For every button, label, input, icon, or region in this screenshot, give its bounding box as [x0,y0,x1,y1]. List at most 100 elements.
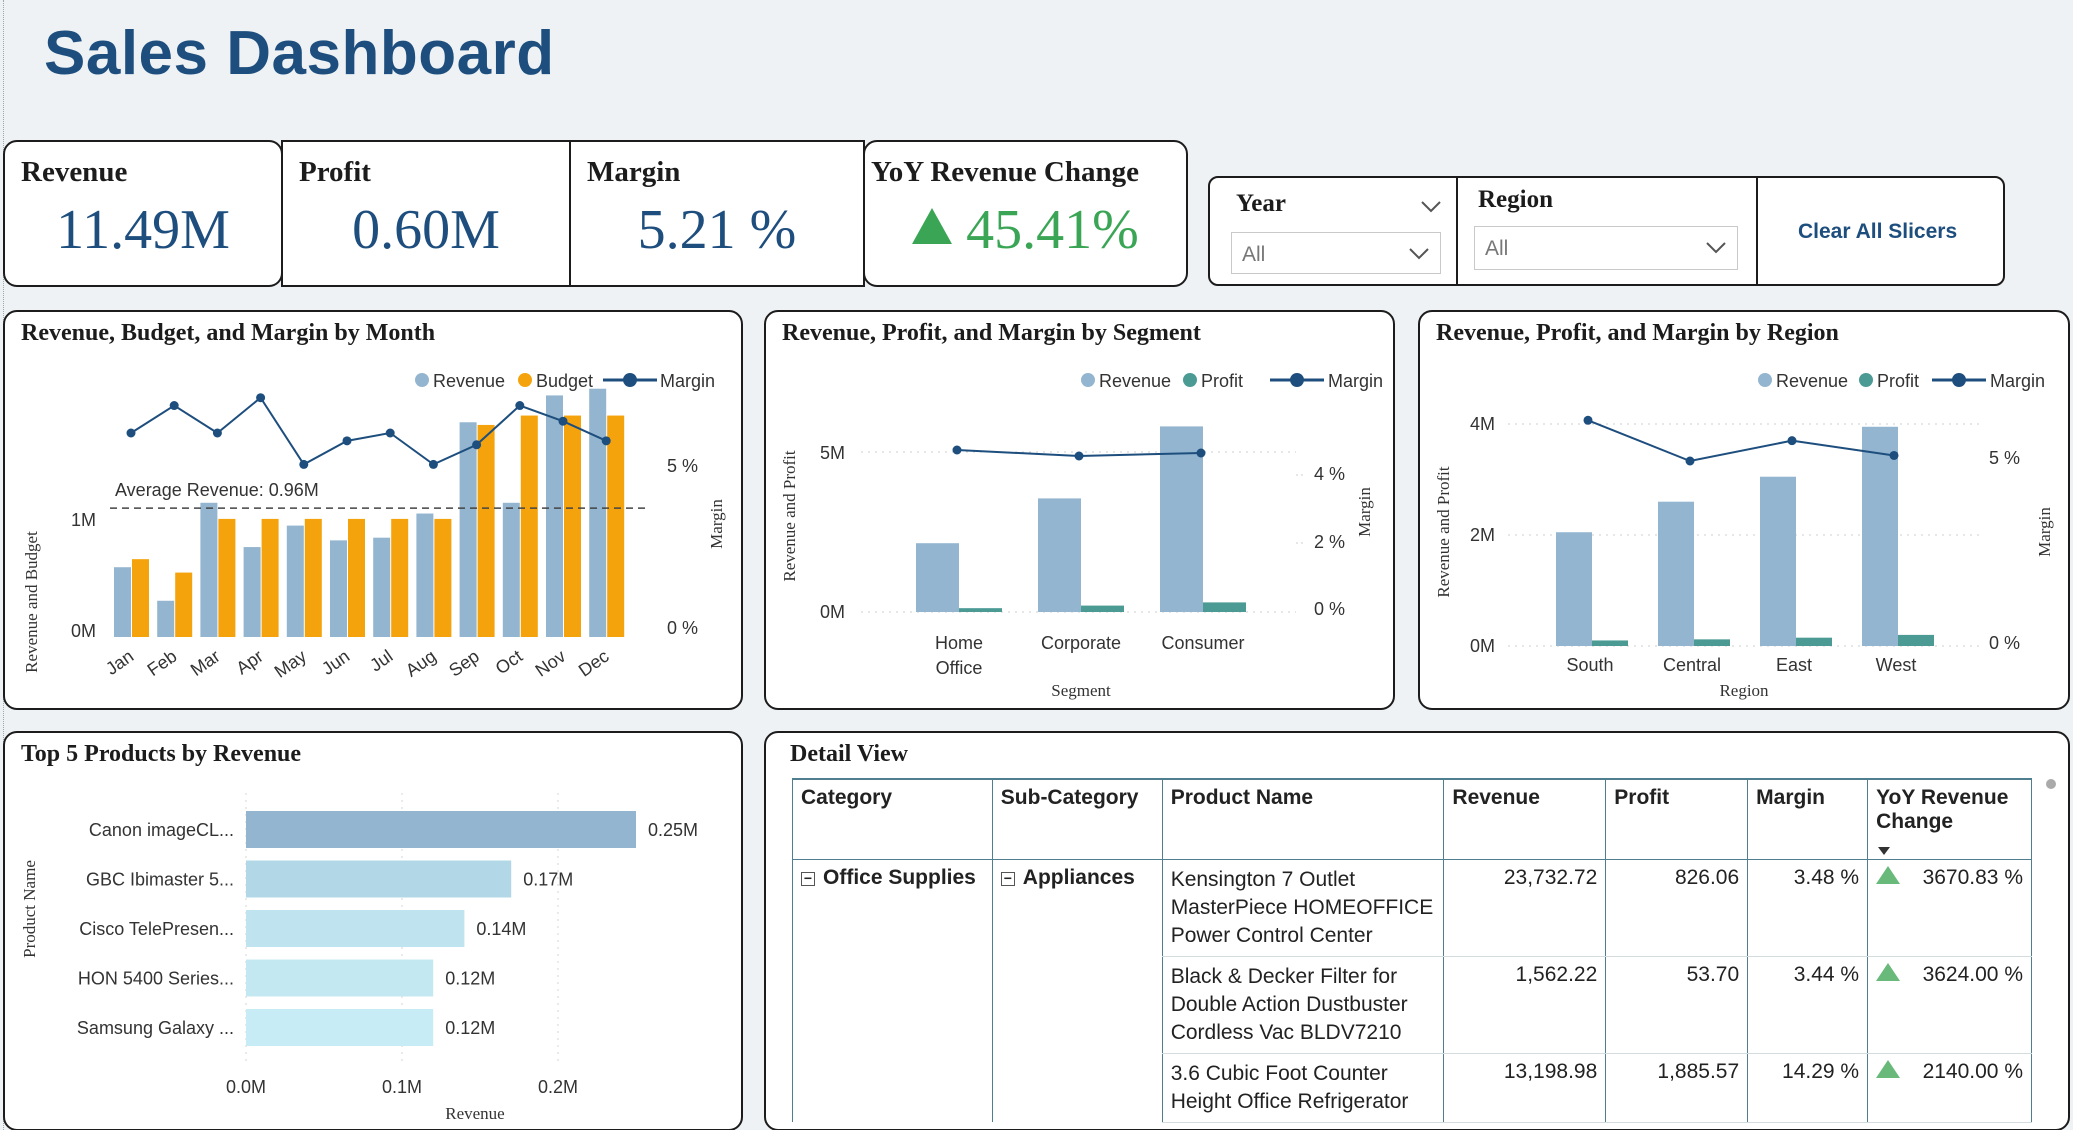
product-cell: 3.6 Cubic Foot Counter Height Office Ref… [1161,1053,1444,1123]
revenue-bar[interactable] [373,537,391,637]
col-header-product[interactable]: Product Name [1161,778,1444,860]
month-chart-panel: Revenue, Budget, and Margin by Month Rev… [3,310,743,710]
year-dropdown[interactable]: All [1231,232,1441,274]
col-header-subcategory[interactable]: Sub-Category [991,778,1163,860]
margin-point[interactable] [428,459,438,469]
budget-bar[interactable] [261,518,279,637]
margin-point[interactable] [558,416,568,426]
revenue-bar[interactable] [502,502,520,637]
product-bar[interactable] [246,910,465,947]
budget-bar[interactable] [520,415,538,637]
revenue-bar[interactable] [286,525,304,637]
profit-bar[interactable] [959,608,1002,612]
chevron-down-icon[interactable] [1420,200,1442,214]
legend-margin-marker [1952,373,1966,387]
col-header-revenue[interactable]: Revenue [1443,778,1606,860]
revenue-bar[interactable] [589,388,607,637]
budget-bar[interactable] [175,572,193,637]
margin-point[interactable] [1787,436,1797,446]
product-bar[interactable] [246,860,512,898]
revenue-bar[interactable] [546,395,563,637]
col-header-category[interactable]: Category [792,778,993,860]
col-header-yoy[interactable]: YoY Revenue Change [1867,778,2032,860]
revenue-cell: 13,198.98 [1443,1053,1606,1123]
sort-descending-icon[interactable] [1878,846,1891,855]
category-value: Office Supplies [823,865,976,889]
margin-point[interactable] [1074,451,1084,461]
margin-point[interactable] [212,428,222,438]
profit-bar[interactable] [1203,602,1246,612]
x-axis-label: Revenue [445,1104,504,1123]
collapse-icon[interactable]: − [801,871,815,886]
product-bar[interactable] [246,811,636,848]
legend-revenue: Revenue [1099,371,1171,391]
budget-bar[interactable] [348,518,365,637]
budget-bar[interactable] [477,424,495,637]
margin-point[interactable] [515,401,525,411]
profit-bar[interactable] [1592,640,1628,646]
margin-point[interactable] [1889,450,1899,460]
margin-point[interactable] [169,401,179,411]
legend-revenue: Revenue [433,371,505,391]
x-axis-label: Region [1719,681,1769,700]
margin-point[interactable] [342,436,352,446]
revenue-bar[interactable] [1760,476,1796,646]
average-revenue-label: Average Revenue: 0.96M [115,480,319,500]
revenue-bar[interactable] [1038,498,1081,612]
scrollbar-thumb[interactable] [2046,779,2056,789]
margin-point[interactable] [952,445,962,455]
profit-bar[interactable] [1898,634,1934,646]
margin-point[interactable] [385,428,395,438]
col-header-margin[interactable]: Margin [1747,778,1868,860]
col-header-profit[interactable]: Profit [1605,778,1748,860]
budget-bar[interactable] [391,518,409,637]
profit-bar[interactable] [1694,639,1730,646]
legend-margin: Margin [660,371,715,391]
legend-margin: Margin [1328,371,1383,391]
x-tick-label: Sep [445,646,483,681]
x-tick-label: Dec [575,646,613,681]
revenue-bar[interactable] [157,600,175,637]
revenue-bar[interactable] [330,540,347,637]
revenue-bar[interactable] [459,422,477,637]
budget-bar[interactable] [434,518,452,637]
y-tick-left-0: 0M [71,621,96,641]
y-tick-left-0: 0M [820,602,845,622]
kpi-yoy-value: 45.41% [966,199,1139,261]
product-value-label: 0.12M [445,1018,495,1038]
clear-all-slicers-button[interactable]: Clear All Slicers [1798,220,1957,244]
revenue-bar[interactable] [243,547,261,637]
budget-bar[interactable] [132,559,149,637]
product-bar[interactable] [246,1009,434,1046]
margin-point[interactable] [299,459,309,469]
profit-cell: 826.06 [1605,859,1748,957]
budget-bar[interactable] [607,415,625,637]
margin-point[interactable] [126,428,136,438]
revenue-bar[interactable] [1556,532,1592,646]
margin-point[interactable] [472,440,482,450]
budget-bar[interactable] [218,518,236,637]
kpi-value: 45.41% [865,198,1186,262]
table-header-row: Category Sub-Category Product Name Reven… [792,778,2032,860]
budget-bar[interactable] [564,415,581,637]
profit-bar[interactable] [1796,637,1832,646]
profit-bar[interactable] [1081,605,1124,612]
legend-budget-marker [518,373,532,387]
margin-point[interactable] [256,393,266,403]
margin-point[interactable] [1685,456,1695,466]
margin-point[interactable] [601,436,611,446]
revenue-bar[interactable] [1658,501,1694,646]
products-chart-panel: Top 5 Products by Revenue Product Name C… [3,731,743,1130]
region-dropdown[interactable]: All [1474,226,1738,270]
margin-point[interactable] [1583,415,1593,425]
margin-point[interactable] [1196,448,1206,458]
profit-cell: 1,885.57 [1605,1053,1748,1123]
revenue-bar[interactable] [916,543,959,612]
revenue-bar[interactable] [416,513,434,637]
collapse-icon[interactable]: − [1000,871,1015,886]
product-bar[interactable] [246,959,434,997]
revenue-bar[interactable] [114,567,131,637]
revenue-bar[interactable] [200,502,218,637]
up-triangle-icon [1876,865,1901,884]
budget-bar[interactable] [304,518,322,637]
